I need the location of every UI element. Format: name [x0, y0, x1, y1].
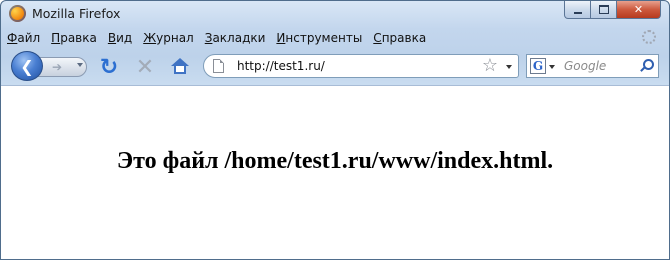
- url-input[interactable]: http://test1.ru/: [237, 59, 325, 73]
- throbber-icon: [642, 30, 656, 44]
- menu-view[interactable]: Вид: [108, 31, 137, 45]
- home-icon-body: [174, 66, 186, 74]
- search-input[interactable]: Google: [564, 59, 606, 73]
- google-engine-icon[interactable]: G: [530, 58, 546, 74]
- home-button[interactable]: [168, 55, 192, 79]
- maximize-button[interactable]: [591, 1, 617, 19]
- menu-bookmarks[interactable]: Закладки: [205, 31, 271, 45]
- reload-icon: ↻: [99, 54, 119, 80]
- menu-history[interactable]: Журнал: [143, 31, 199, 45]
- menu-help[interactable]: Справка: [373, 31, 431, 45]
- stop-button[interactable]: ✕: [133, 54, 157, 80]
- bookmark-star-icon[interactable]: ☆: [482, 55, 498, 76]
- page-heading: Это файл /home/test1.ru/www/index.html.: [116, 148, 554, 174]
- close-icon: ✕: [633, 3, 644, 16]
- search-bar[interactable]: G Google: [526, 54, 659, 78]
- menu-tools[interactable]: Инструменты: [276, 31, 367, 45]
- browser-window: Mozilla Firefox ✕ Файл Правка Вид Журнал…: [0, 0, 670, 260]
- title-bar[interactable]: Mozilla Firefox ✕: [1, 1, 669, 27]
- home-icon: [171, 58, 189, 66]
- forward-arrow-icon: ➔: [52, 60, 63, 74]
- stop-icon: ✕: [135, 54, 155, 80]
- page-content: Это файл /home/test1.ru/www/index.html.: [1, 85, 669, 259]
- back-arrow-icon: ❮: [20, 56, 34, 76]
- forward-button[interactable]: ➔: [37, 57, 87, 77]
- engine-dropdown-icon[interactable]: [549, 65, 555, 69]
- back-button[interactable]: ❮: [11, 51, 43, 81]
- window-title: Mozilla Firefox: [32, 6, 121, 21]
- minimize-button[interactable]: [564, 1, 591, 19]
- history-dropdown-icon[interactable]: [77, 63, 83, 67]
- menu-bar: Файл Правка Вид Журнал Закладки Инструме…: [1, 27, 669, 49]
- navigation-toolbar: ➔ ❮ ↻ ✕ http://test1.ru/ ☆ G Google: [1, 49, 669, 83]
- reload-button[interactable]: ↻: [97, 54, 121, 80]
- maximize-icon: [598, 5, 609, 14]
- firefox-logo-icon: [9, 5, 26, 22]
- search-icon[interactable]: [640, 59, 654, 72]
- menu-file[interactable]: Файл: [7, 31, 45, 45]
- window-controls: ✕: [564, 1, 661, 19]
- close-button[interactable]: ✕: [617, 1, 661, 19]
- minimize-icon: [573, 11, 582, 14]
- menu-edit[interactable]: Правка: [51, 31, 102, 45]
- address-bar[interactable]: http://test1.ru/ ☆: [203, 54, 519, 78]
- page-icon: [213, 59, 224, 73]
- url-dropdown-icon[interactable]: [506, 65, 512, 69]
